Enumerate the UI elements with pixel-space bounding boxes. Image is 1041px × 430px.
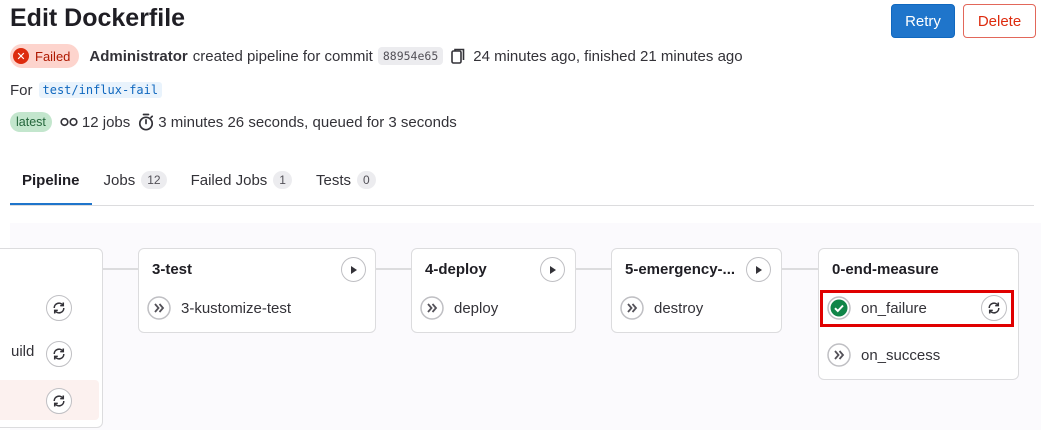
delete-button[interactable]: Delete <box>963 4 1036 38</box>
stage-connector <box>376 268 411 270</box>
stage-title: 0-end-measure <box>832 261 939 278</box>
duration-text: 3 minutes 26 seconds, queued for 3 secon… <box>158 113 457 131</box>
job-name: 3-kustomize-test <box>181 299 292 317</box>
pipeline-icon <box>60 116 78 128</box>
ref-link[interactable]: test/influx-fail <box>38 82 163 98</box>
stage-3-test: 3-test 3-kustomize-test <box>138 248 376 333</box>
highlight-box <box>820 290 1014 327</box>
status-label: Failed <box>35 48 71 64</box>
status-badge[interactable]: ✕ Failed <box>10 44 80 68</box>
tab-label: Tests <box>315 171 351 189</box>
double-chevron-icon <box>147 296 171 320</box>
action-text: created pipeline for commit <box>192 47 373 65</box>
play-icon[interactable] <box>540 257 565 282</box>
pipeline-tabs: Pipeline Jobs 12 Failed Jobs 1 Tests 0 <box>10 155 1034 206</box>
timing-text: 24 minutes ago, finished 21 minutes ago <box>473 47 743 65</box>
double-chevron-icon <box>620 296 644 320</box>
retry-button[interactable]: Retry <box>891 4 955 38</box>
stage-connector <box>103 268 138 270</box>
job-name: on_success <box>861 346 941 364</box>
stage-title: 3-test <box>152 261 193 278</box>
retry-icon[interactable] <box>46 341 72 367</box>
play-icon[interactable] <box>341 257 366 282</box>
job-name: deploy <box>454 299 499 317</box>
stage-connector <box>576 268 611 270</box>
tab-jobs[interactable]: Jobs 12 <box>92 155 179 205</box>
for-label: For <box>10 81 33 99</box>
stage-5-emergency: 5-emergency-... destroy <box>611 248 782 333</box>
stage-connector <box>782 268 818 270</box>
play-icon[interactable] <box>746 257 771 282</box>
job-item[interactable]: 3-kustomize-test <box>147 290 291 326</box>
double-chevron-icon <box>420 296 444 320</box>
job-item[interactable]: destroy <box>620 290 703 326</box>
latest-badge: latest <box>10 112 52 132</box>
tab-pipeline[interactable]: Pipeline <box>10 155 92 205</box>
author-link[interactable]: Administrator <box>89 48 187 65</box>
pipeline-stats: latest 12 jobs 3 minutes 26 seconds, que… <box>10 110 457 134</box>
stage-4-deploy: 4-deploy deploy <box>411 248 576 333</box>
tab-label: Jobs <box>103 171 136 189</box>
pipeline-summary: ✕ Failed Administrator created pipeline … <box>10 43 743 69</box>
ref-row: For test/influx-fail <box>10 80 163 100</box>
x-circle-icon: ✕ <box>13 48 29 64</box>
timer-icon <box>138 113 154 131</box>
job-name[interactable]: uild <box>11 343 34 360</box>
jobs-count: 12 jobs <box>81 113 131 131</box>
tab-label: Pipeline <box>22 171 80 189</box>
stage-title: 5-emergency-... <box>625 261 736 278</box>
stage-partial: uild <box>0 248 103 428</box>
count-badge: 0 <box>357 171 376 189</box>
tab-label: Failed Jobs <box>190 171 268 189</box>
retry-icon[interactable] <box>46 295 72 321</box>
double-chevron-icon <box>827 343 851 367</box>
tab-failed-jobs[interactable]: Failed Jobs 1 <box>179 155 304 205</box>
commit-sha[interactable]: 88954e65 <box>377 47 444 65</box>
count-badge: 1 <box>273 171 292 189</box>
job-name: destroy <box>654 299 704 317</box>
page-title: Edit Dockerfile <box>10 4 186 32</box>
stage-title: 4-deploy <box>425 261 487 278</box>
tab-tests[interactable]: Tests 0 <box>304 155 388 205</box>
copy-icon[interactable] <box>451 48 465 64</box>
retry-icon[interactable] <box>46 388 72 414</box>
job-item[interactable]: on_success <box>827 337 940 373</box>
job-item[interactable]: deploy <box>420 290 498 326</box>
count-badge: 12 <box>141 171 167 189</box>
